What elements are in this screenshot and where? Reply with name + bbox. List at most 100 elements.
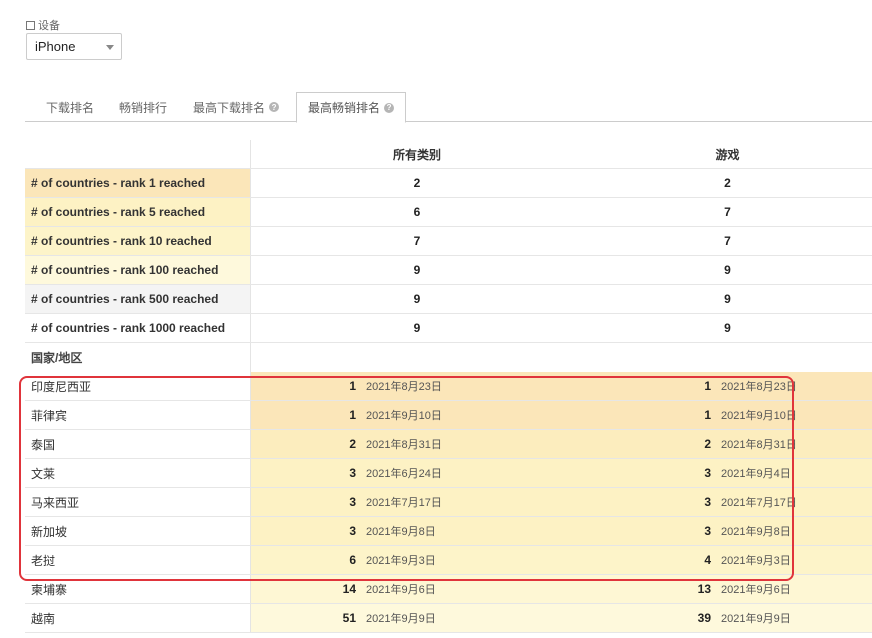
help-icon[interactable]: ? bbox=[269, 102, 280, 112]
rank-date: 2021年9月8日 bbox=[721, 526, 791, 538]
table-row[interactable]: 菲律宾 1 2021年9月10日 1 2021年9月10日 bbox=[25, 401, 872, 430]
tab-top-download-rank[interactable]: 最高下载排名 ? bbox=[193, 92, 280, 122]
rank-value: 1 bbox=[349, 408, 356, 422]
rank-date: 2021年7月17日 bbox=[721, 497, 797, 509]
stat-row: # of countries - rank 1 reached 2 2 bbox=[25, 169, 872, 198]
rank-date: 2021年9月3日 bbox=[366, 555, 436, 567]
stat-value-games: 9 bbox=[724, 321, 731, 335]
table-row[interactable]: 马来西亚 3 2021年7月17日 3 2021年7月17日 bbox=[25, 488, 872, 517]
cell-games: 39 2021年9月9日 bbox=[583, 604, 872, 632]
table-row[interactable]: 泰国 2 2021年8月31日 2 2021年8月31日 bbox=[25, 430, 872, 459]
stat-row: # of countries - rank 100 reached 9 9 bbox=[25, 256, 872, 285]
rank-date: 2021年8月23日 bbox=[721, 381, 797, 393]
rank-date: 2021年9月9日 bbox=[366, 613, 436, 625]
cell-games: 2 2021年8月31日 bbox=[583, 430, 872, 458]
tab-grossing-rank[interactable]: 畅销排行 bbox=[119, 92, 167, 122]
table-header-row: 所有类别 游戏 bbox=[25, 140, 872, 169]
stat-value-all: 9 bbox=[413, 321, 421, 335]
rank-date: 2021年9月9日 bbox=[721, 613, 791, 625]
tab-label: 最高畅销排名 bbox=[308, 101, 381, 115]
tab-label: 下载排名 bbox=[46, 100, 95, 115]
stat-value-games: 9 bbox=[724, 263, 731, 277]
device-label: 设备 bbox=[26, 17, 60, 33]
table-row[interactable]: 印度尼西亚 1 2021年8月23日 1 2021年8月23日 bbox=[25, 372, 872, 401]
country-name: 印度尼西亚 bbox=[25, 372, 251, 400]
cell-all-categories: 51 2021年9月9日 bbox=[251, 604, 583, 632]
country-name: 马来西亚 bbox=[25, 488, 251, 516]
table-row[interactable]: 越南 51 2021年9月9日 39 2021年9月9日 bbox=[25, 604, 872, 633]
stat-value-all: 6 bbox=[413, 205, 421, 219]
stat-value-all: 2 bbox=[413, 176, 421, 190]
cell-games: 1 2021年9月10日 bbox=[583, 401, 872, 429]
rank-value: 14 bbox=[342, 582, 356, 596]
rank-value: 51 bbox=[342, 611, 356, 625]
device-select[interactable]: iPhone bbox=[26, 33, 122, 60]
rank-value: 3 bbox=[349, 495, 356, 509]
rank-value: 3 bbox=[349, 466, 356, 480]
rank-date: 2021年9月3日 bbox=[721, 555, 791, 567]
rank-value: 3 bbox=[704, 524, 711, 538]
stat-row: # of countries - rank 1000 reached 9 9 bbox=[25, 314, 872, 343]
cell-games: 4 2021年9月3日 bbox=[583, 546, 872, 574]
stat-value-games: 2 bbox=[724, 176, 731, 190]
cell-all-categories: 1 2021年9月10日 bbox=[251, 401, 583, 429]
stat-value-games: 7 bbox=[724, 234, 731, 248]
rank-date: 2021年9月6日 bbox=[366, 584, 436, 596]
caret-down-icon bbox=[106, 45, 114, 50]
section-label: 国家/地区 bbox=[25, 343, 251, 372]
stat-row: # of countries - rank 10 reached 7 7 bbox=[25, 227, 872, 256]
country-name: 越南 bbox=[25, 604, 251, 632]
stat-label: # of countries - rank 10 reached bbox=[25, 227, 251, 255]
cell-all-categories: 3 2021年6月24日 bbox=[251, 459, 583, 487]
rank-value: 3 bbox=[349, 524, 356, 538]
stat-value-all: 9 bbox=[413, 292, 421, 306]
rank-value: 3 bbox=[704, 466, 711, 480]
rank-date: 2021年9月4日 bbox=[721, 468, 791, 480]
tab-download-rank[interactable]: 下载排名 bbox=[46, 92, 94, 122]
cell-games: 3 2021年9月8日 bbox=[583, 517, 872, 545]
cell-all-categories: 3 2021年9月8日 bbox=[251, 517, 583, 545]
cell-all-categories: 1 2021年8月23日 bbox=[251, 372, 583, 400]
device-select-value: iPhone bbox=[35, 39, 76, 54]
table-row[interactable]: 柬埔寨 14 2021年9月6日 13 2021年9月6日 bbox=[25, 575, 872, 604]
rank-value: 4 bbox=[704, 553, 711, 567]
table-row[interactable]: 文莱 3 2021年6月24日 3 2021年9月4日 bbox=[25, 459, 872, 488]
rank-date: 2021年9月10日 bbox=[366, 410, 442, 422]
table-row[interactable]: 老挝 6 2021年9月3日 4 2021年9月3日 bbox=[25, 546, 872, 575]
country-name: 菲律宾 bbox=[25, 401, 251, 429]
rank-value: 3 bbox=[704, 495, 711, 509]
rank-value: 2 bbox=[704, 437, 711, 451]
cell-all-categories: 2 2021年8月31日 bbox=[251, 430, 583, 458]
section-header-row: 国家/地区 bbox=[25, 343, 872, 372]
tab-bar: 下载排名 畅销排行 最高下载排名 ? 最高畅销排名 ? bbox=[25, 92, 872, 123]
help-icon[interactable]: ? bbox=[384, 102, 395, 113]
rank-value: 1 bbox=[704, 379, 711, 393]
cell-all-categories: 14 2021年9月6日 bbox=[251, 575, 583, 603]
column-header-all-categories: 所有类别 bbox=[392, 147, 441, 162]
cell-games: 3 2021年9月4日 bbox=[583, 459, 872, 487]
header-blank bbox=[25, 140, 251, 168]
tab-label: 畅销排行 bbox=[119, 100, 168, 115]
rank-date: 2021年8月31日 bbox=[721, 439, 797, 451]
cell-games: 1 2021年8月23日 bbox=[583, 372, 872, 400]
country-name: 泰国 bbox=[25, 430, 251, 458]
stat-row: # of countries - rank 5 reached 6 7 bbox=[25, 198, 872, 227]
stat-value-games: 9 bbox=[724, 292, 731, 306]
rank-date: 2021年7月17日 bbox=[366, 497, 442, 509]
rank-value: 6 bbox=[349, 553, 356, 567]
rank-value: 1 bbox=[704, 408, 711, 422]
rank-date: 2021年9月10日 bbox=[721, 410, 797, 422]
tab-top-grossing-rank[interactable]: 最高畅销排名 ? bbox=[296, 92, 407, 123]
stat-label: # of countries - rank 5 reached bbox=[25, 198, 251, 226]
country-name: 柬埔寨 bbox=[25, 575, 251, 603]
device-label-text: 设备 bbox=[38, 20, 60, 32]
stat-value-all: 9 bbox=[413, 263, 421, 277]
stat-label: # of countries - rank 1000 reached bbox=[25, 314, 251, 342]
stat-value-all: 7 bbox=[413, 234, 421, 248]
rank-value: 2 bbox=[349, 437, 356, 451]
ranking-table: 所有类别 游戏 # of countries - rank 1 reached 2… bbox=[25, 140, 872, 633]
country-name: 老挝 bbox=[25, 546, 251, 574]
country-name: 新加坡 bbox=[25, 517, 251, 545]
stat-label: # of countries - rank 1 reached bbox=[25, 169, 251, 197]
table-row[interactable]: 新加坡 3 2021年9月8日 3 2021年9月8日 bbox=[25, 517, 872, 546]
